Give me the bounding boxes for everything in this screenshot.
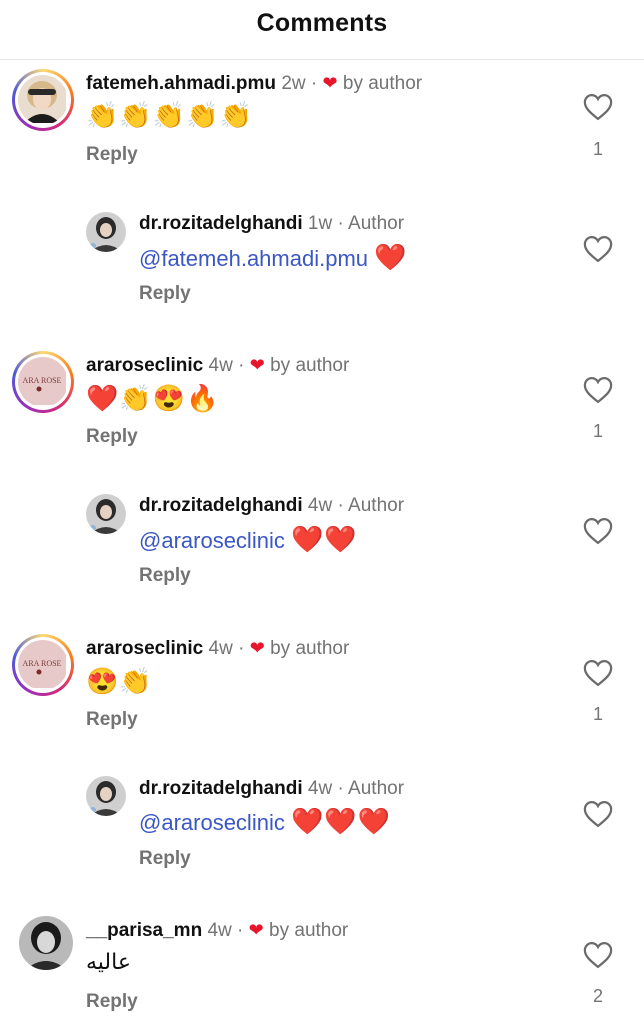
- separator: ·: [238, 355, 245, 376]
- liked-by-author-label: by author: [269, 920, 349, 941]
- author-badge: Author: [348, 213, 405, 234]
- avatar[interactable]: ARA ROSE: [12, 634, 74, 696]
- reply-button[interactable]: Reply: [139, 283, 191, 305]
- emoji-text: ❤️: [374, 242, 408, 272]
- mention-link[interactable]: @araroseclinic: [139, 810, 285, 835]
- heart-filled-icon: ❤: [248, 920, 264, 940]
- heart-filled-icon: ❤: [249, 638, 265, 658]
- mention-link[interactable]: @fatemeh.ahmadi.pmu: [139, 246, 368, 271]
- page-title: Comments: [256, 9, 388, 37]
- heart-outline-icon: [583, 517, 613, 545]
- comments-header: Comments: [0, 0, 644, 60]
- emoji-text: ❤️❤️❤️: [290, 806, 392, 836]
- separator: ·: [337, 213, 344, 234]
- comment-text: 😍👏: [86, 666, 153, 696]
- author-badge: Author: [348, 495, 405, 516]
- reply-button[interactable]: Reply: [86, 426, 138, 448]
- separator: ·: [337, 778, 344, 799]
- username[interactable]: dr.rozitadelghandi: [139, 778, 303, 799]
- avatar[interactable]: ARA ROSE: [12, 351, 74, 413]
- separator: ·: [337, 495, 344, 516]
- timestamp: 4w: [207, 920, 232, 941]
- reply-button[interactable]: Reply: [139, 848, 191, 870]
- reply-button[interactable]: Reply: [86, 709, 138, 731]
- clinic-logo: ARA ROSE: [18, 640, 66, 688]
- comment-meta: dr.rozitadelghandi 4w · Author: [139, 778, 404, 800]
- like-button[interactable]: [583, 93, 613, 121]
- like-count: 1: [592, 421, 603, 441]
- timestamp: 4w: [307, 778, 333, 799]
- comment-meta: araroseclinic 4w · ❤ by author: [86, 355, 349, 377]
- username[interactable]: __parisa_mn: [86, 920, 202, 941]
- profile-photo: [86, 494, 126, 534]
- heart-outline-icon: [583, 376, 613, 404]
- username[interactable]: araroseclinic: [86, 355, 203, 376]
- liked-by-author-label: by author: [342, 73, 423, 94]
- like-button[interactable]: [583, 376, 613, 404]
- timestamp: 2w: [281, 73, 306, 94]
- comment-text: ❤️👏😍🔥: [86, 383, 220, 413]
- like-button[interactable]: [583, 941, 613, 969]
- heart-outline-icon: [583, 659, 613, 687]
- username[interactable]: araroseclinic: [86, 638, 203, 659]
- comment-text: @fatemeh.ahmadi.pmu ❤️: [139, 242, 408, 273]
- heart-filled-icon: ❤: [322, 73, 338, 93]
- username[interactable]: fatemeh.ahmadi.pmu: [86, 73, 276, 94]
- emoji-text: ❤️❤️: [290, 524, 358, 554]
- avatar[interactable]: [19, 916, 73, 970]
- heart-outline-icon: [583, 93, 613, 121]
- like-button[interactable]: [583, 517, 613, 545]
- profile-photo: [86, 776, 126, 816]
- like-count: 2: [592, 986, 603, 1006]
- heart-outline-icon: [583, 235, 613, 263]
- avatar[interactable]: [12, 69, 74, 131]
- like-button[interactable]: [583, 800, 613, 828]
- comment-meta: __parisa_mn 4w · ❤ by author: [86, 920, 348, 942]
- timestamp: 1w: [307, 213, 333, 234]
- logo-text: ARA ROSE: [23, 376, 62, 385]
- separator: ·: [310, 73, 318, 94]
- mention-link[interactable]: @araroseclinic: [139, 528, 285, 553]
- profile-photo: [86, 212, 126, 252]
- comment-text: @araroseclinic ❤️❤️❤️: [139, 806, 391, 837]
- liked-by-author-label: by author: [270, 355, 350, 376]
- timestamp: 4w: [208, 638, 233, 659]
- reply-button[interactable]: Reply: [86, 144, 138, 166]
- clinic-logo: ARA ROSE: [18, 357, 66, 405]
- heart-outline-icon: [583, 800, 613, 828]
- like-count: 1: [592, 139, 603, 159]
- comment-text: 👏👏👏👏👏: [86, 100, 253, 130]
- profile-photo: [19, 916, 73, 970]
- avatar[interactable]: [86, 212, 126, 252]
- comment-text: @araroseclinic ❤️❤️: [139, 524, 358, 555]
- logo-text: ARA ROSE: [23, 659, 62, 668]
- timestamp: 4w: [208, 355, 233, 376]
- timestamp: 4w: [307, 495, 333, 516]
- profile-photo: [18, 75, 66, 123]
- separator: ·: [238, 638, 245, 659]
- separator: ·: [237, 920, 244, 941]
- reply-button[interactable]: Reply: [86, 991, 138, 1013]
- avatar[interactable]: [86, 776, 126, 816]
- like-count: 1: [592, 704, 603, 724]
- reply-button[interactable]: Reply: [139, 565, 191, 587]
- author-badge: Author: [348, 778, 405, 799]
- liked-by-author-label: by author: [270, 638, 350, 659]
- comment-meta: dr.rozitadelghandi 4w · Author: [139, 495, 404, 517]
- comment-meta: dr.rozitadelghandi 1w · Author: [139, 213, 404, 235]
- avatar[interactable]: [86, 494, 126, 534]
- username[interactable]: dr.rozitadelghandi: [139, 495, 303, 516]
- comment-text: عاليه: [86, 950, 131, 975]
- comment-meta: fatemeh.ahmadi.pmu 2w · ❤ by author: [86, 73, 422, 95]
- like-button[interactable]: [583, 235, 613, 263]
- comment-meta: araroseclinic 4w · ❤ by author: [86, 638, 349, 660]
- heart-filled-icon: ❤: [249, 355, 265, 375]
- heart-outline-icon: [583, 941, 613, 969]
- username[interactable]: dr.rozitadelghandi: [139, 213, 303, 234]
- like-button[interactable]: [583, 659, 613, 687]
